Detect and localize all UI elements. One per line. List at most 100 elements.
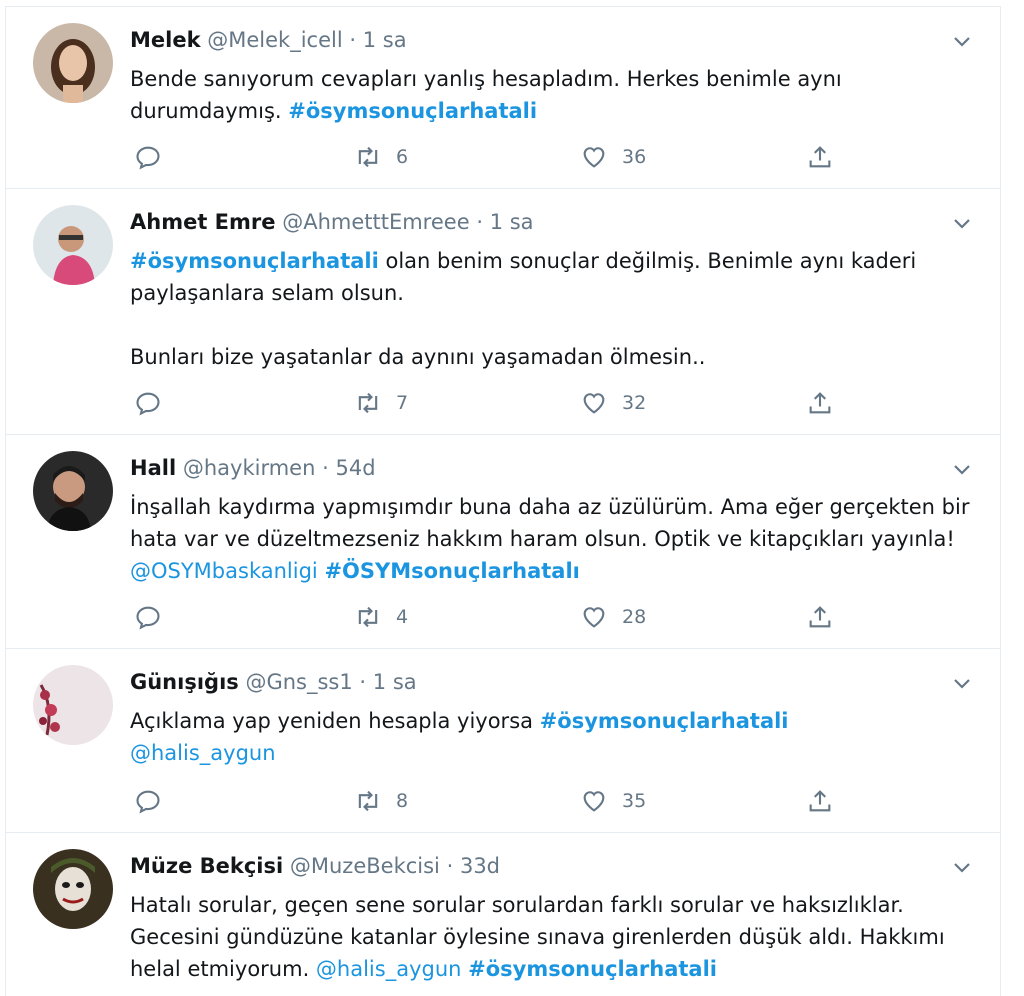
tweet-actions: 4 28 — [130, 601, 850, 633]
reply-button[interactable] — [134, 785, 162, 817]
like-button[interactable]: 28 — [580, 601, 646, 633]
mention-link[interactable]: @halis_aygun — [316, 957, 462, 981]
tweet-header: Melek @Melek_icell · 1 sa — [130, 27, 407, 53]
tweet-feed: Melek @Melek_icell · 1 sa Bende sanıyoru… — [5, 6, 1001, 996]
like-icon — [583, 791, 605, 812]
tweet-actions: 6 36 — [130, 141, 850, 173]
retweet-button[interactable]: 7 — [354, 387, 408, 419]
tweet-text: #ösymsonuçlarhatali olan benim sonuçlar … — [130, 245, 970, 373]
reply-icon — [136, 790, 160, 814]
separator-dot: · — [476, 210, 483, 234]
chevron-down-icon[interactable] — [950, 211, 974, 235]
chevron-down-icon[interactable] — [950, 855, 974, 879]
user-handle[interactable]: @Gns_ss1 — [245, 670, 352, 694]
avatar[interactable] — [33, 205, 113, 285]
like-count: 35 — [622, 790, 647, 812]
hashtag-link[interactable]: #ösymsonuçlarhatali — [130, 249, 379, 273]
hashtag-link[interactable]: #ösymsonuçlarhatali — [288, 99, 537, 123]
tweet-time[interactable]: 54d — [335, 456, 375, 480]
like-button[interactable]: 36 — [580, 141, 646, 173]
like-icon — [583, 393, 605, 414]
like-count: 28 — [622, 606, 647, 628]
mention-link[interactable]: @OSYMbaskanligi — [130, 559, 318, 583]
tweet-header: Müze Bekçisi @MuzeBekcisi · 33d — [130, 853, 500, 879]
like-icon — [583, 607, 605, 628]
separator-dot: · — [349, 28, 357, 52]
retweet-button[interactable]: 8 — [354, 785, 408, 817]
like-count: 32 — [622, 392, 647, 414]
tweet-text: Hatalı sorular, geçen sene sorular sorul… — [130, 889, 970, 985]
retweet-count: 7 — [396, 392, 409, 414]
like-icon — [583, 147, 605, 168]
display-name[interactable]: Müze Bekçisi — [130, 854, 283, 878]
avatar[interactable] — [33, 849, 113, 929]
retweet-icon — [358, 606, 378, 628]
separator-dot: · — [359, 670, 367, 694]
tweet[interactable]: Melek @Melek_icell · 1 sa Bende sanıyoru… — [6, 7, 1000, 189]
hashtag-link[interactable]: #ösymsonuçlarhatali — [540, 709, 789, 733]
retweet-icon — [358, 790, 378, 812]
retweet-icon — [358, 392, 378, 414]
tweet-body: Açıklama yap yeniden hesapla yiyorsa — [130, 709, 540, 733]
tweet-actions: 8 35 — [130, 785, 850, 817]
chevron-down-icon[interactable] — [950, 457, 974, 481]
reply-icon — [136, 606, 160, 630]
retweet-count: 6 — [396, 146, 409, 168]
display-name[interactable]: Hall — [130, 456, 176, 480]
reply-button[interactable] — [134, 601, 162, 633]
display-name[interactable]: Melek — [130, 28, 201, 52]
retweet-count: 8 — [396, 790, 409, 812]
retweet-button[interactable]: 6 — [354, 141, 408, 173]
share-button[interactable] — [806, 387, 834, 419]
tweet-header: Hall @haykirmen · 54d — [130, 455, 376, 481]
share-button[interactable] — [806, 141, 834, 173]
reply-button[interactable] — [134, 387, 162, 419]
avatar[interactable] — [33, 665, 113, 745]
reply-button[interactable] — [134, 141, 162, 173]
reply-icon — [136, 146, 160, 170]
display-name[interactable]: Ahmet Emre — [130, 210, 276, 234]
separator-dot: · — [322, 456, 329, 480]
share-icon — [809, 392, 831, 414]
avatar[interactable] — [33, 451, 113, 531]
tweet[interactable]: Günışığıs @Gns_ss1 · 1 sa Açıklama yap y… — [6, 649, 1000, 833]
tweet-header: Ahmet Emre @AhmetttEmreee · 1 sa — [130, 209, 534, 235]
tweet-body: İnşallah kaydırma yapmışımdır buna daha … — [130, 495, 970, 551]
tweet[interactable]: Hall @haykirmen · 54d İnşallah kaydırma … — [6, 435, 1000, 649]
hashtag-link[interactable]: #ÖSYMsonuçlarhatalı — [324, 559, 579, 583]
tweet-time[interactable]: 33d — [460, 854, 500, 878]
avatar[interactable] — [33, 23, 113, 103]
display-name[interactable]: Günışığıs — [130, 670, 239, 694]
tweet[interactable]: Müze Bekçisi @MuzeBekcisi · 33d Hatalı s… — [6, 833, 1000, 993]
tweet[interactable]: Ahmet Emre @AhmetttEmreee · 1 sa #ösymso… — [6, 189, 1000, 435]
share-button[interactable] — [806, 785, 834, 817]
user-handle[interactable]: @haykirmen — [183, 456, 316, 480]
separator-dot: · — [446, 854, 454, 878]
tweet-time[interactable]: 1 sa — [490, 210, 534, 234]
like-button[interactable]: 32 — [580, 387, 646, 419]
tweet-text: İnşallah kaydırma yapmışımdır buna daha … — [130, 491, 970, 587]
tweet-actions: 7 32 — [130, 387, 850, 419]
share-icon — [809, 790, 831, 812]
retweet-button[interactable]: 4 — [354, 601, 408, 633]
tweet-text: Açıklama yap yeniden hesapla yiyorsa #ös… — [130, 705, 970, 769]
tweet-time[interactable]: 1 sa — [373, 670, 417, 694]
retweet-icon — [358, 146, 378, 168]
tweet-body: Bunları bize yaşatanlar da aynını yaşama… — [130, 345, 706, 369]
share-icon — [809, 146, 831, 168]
hashtag-link[interactable]: #ösymsonuçlarhatali — [468, 957, 717, 981]
reply-icon — [136, 392, 160, 416]
retweet-count: 4 — [396, 606, 409, 628]
tweet-text: Bende sanıyorum cevapları yanlış hesapla… — [130, 63, 970, 127]
share-icon — [809, 606, 831, 628]
like-button[interactable]: 35 — [580, 785, 646, 817]
chevron-down-icon[interactable] — [950, 671, 974, 695]
chevron-down-icon[interactable] — [950, 29, 974, 53]
like-count: 36 — [622, 146, 647, 168]
user-handle[interactable]: @Melek_icell — [207, 28, 342, 52]
user-handle[interactable]: @AhmetttEmreee — [282, 210, 469, 234]
tweet-time[interactable]: 1 sa — [363, 28, 407, 52]
share-button[interactable] — [806, 601, 834, 633]
user-handle[interactable]: @MuzeBekcisi — [290, 854, 440, 878]
mention-link[interactable]: @halis_aygun — [130, 741, 276, 765]
